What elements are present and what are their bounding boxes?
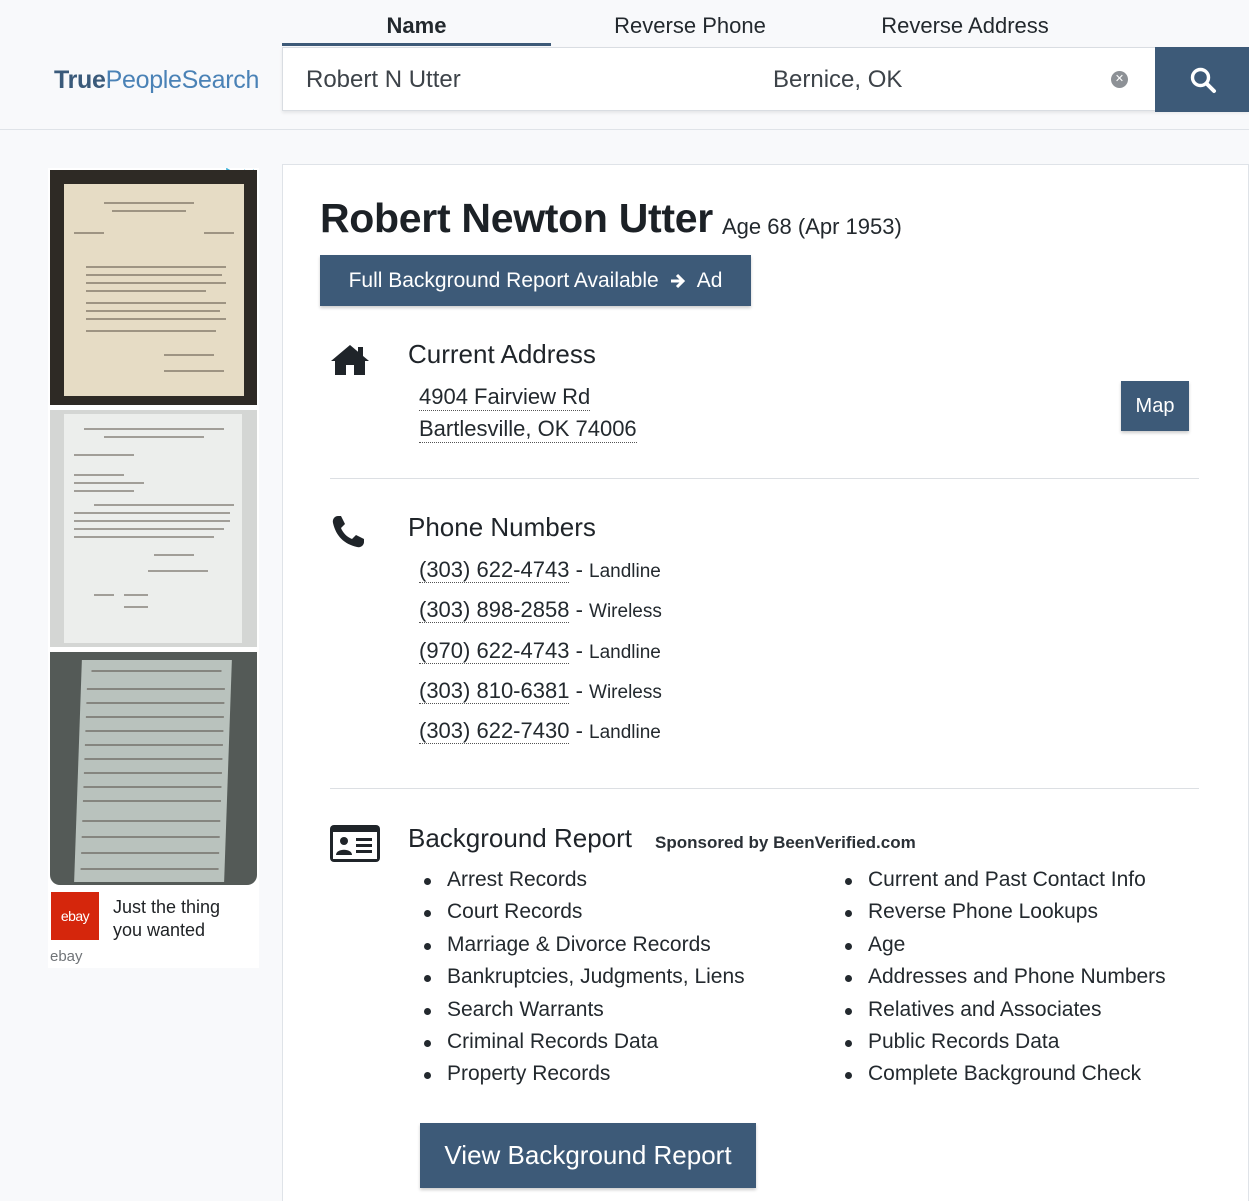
location-input[interactable]: Bernice, OK: [773, 48, 1093, 110]
phone-row: (303) 622-7430 - Landline: [419, 718, 661, 744]
phone-row: (303) 898-2858 - Wireless: [419, 597, 662, 623]
id-card-icon: [330, 825, 380, 862]
home-icon: [331, 345, 369, 375]
view-background-report-button[interactable]: View Background Report: [420, 1123, 756, 1188]
ad-headline[interactable]: Just the thing you wanted: [113, 896, 253, 942]
phone-number-link[interactable]: (303) 622-7430: [419, 718, 570, 744]
document-picture: [64, 184, 244, 396]
list-item: Marriage & Divorce Records: [420, 930, 820, 962]
current-address-title: Current Address: [408, 339, 596, 369]
list-item: Criminal Records Data: [420, 1027, 820, 1059]
person-card: Robert Newton Utter Age 68 (Apr 1953) Fu…: [282, 164, 1249, 1201]
list-item: Search Warrants: [420, 995, 820, 1027]
tab-name[interactable]: Name: [282, 0, 551, 46]
arrow-right-icon: [670, 273, 685, 288]
sidebar-ad[interactable]: ebay Just the thing you wanted ebay: [48, 168, 259, 968]
phone-type: Wireless: [589, 601, 662, 622]
tab-reverse-address[interactable]: Reverse Address: [829, 0, 1101, 46]
site-logo[interactable]: TruePeopleSearch: [54, 66, 259, 95]
ebay-logo: ebay: [51, 892, 99, 940]
full-report-label: Full Background Report Available: [348, 268, 659, 292]
site-header: TruePeopleSearch Name Reverse Phone Reve…: [0, 0, 1249, 130]
phone-number-link[interactable]: (303) 622-4743: [419, 557, 570, 583]
ad-footer[interactable]: ebay Just the thing you wanted: [50, 892, 257, 942]
list-item: Current and Past Contact Info: [841, 865, 1241, 897]
phone-row: (303) 622-4743 - Landline: [419, 557, 661, 583]
phone-type: Wireless: [589, 682, 662, 703]
phone-numbers-title: Phone Numbers: [408, 512, 596, 542]
phone-row: (970) 622-4743 - Landline: [419, 638, 661, 664]
person-name: Robert Newton Utter: [320, 195, 713, 241]
list-item: Age: [841, 930, 1241, 962]
list-item: Addresses and Phone Numbers: [841, 962, 1241, 994]
address-line-1[interactable]: 4904 Fairview Rd: [419, 384, 591, 411]
name-input[interactable]: Robert N Utter: [306, 48, 726, 110]
phone-icon: [332, 516, 364, 548]
document-picture: [64, 414, 242, 643]
logo-text-peoplesearch: PeopleSearch: [105, 66, 260, 94]
phone-number-link[interactable]: (970) 622-4743: [419, 638, 570, 664]
list-item: Bankruptcies, Judgments, Liens: [420, 962, 820, 994]
list-item: Property Records: [420, 1059, 820, 1091]
list-item: Complete Background Check: [841, 1059, 1241, 1091]
sponsor-label: Sponsored by BeenVerified.com: [655, 833, 916, 852]
search-icon: [1190, 67, 1216, 93]
list-item: Reverse Phone Lookups: [841, 897, 1241, 929]
logo-text-true: True: [54, 66, 106, 94]
report-items-left: Arrest Records Court Records Marriage & …: [420, 865, 820, 1092]
person-age: Age 68 (Apr 1953): [722, 214, 902, 239]
ad-brand: ebay: [50, 948, 83, 965]
section-divider: [330, 478, 1199, 479]
background-report-title: Background Report: [408, 823, 633, 853]
tab-reverse-phone[interactable]: Reverse Phone: [551, 0, 829, 46]
map-button[interactable]: Map: [1121, 381, 1189, 431]
search-bar: Robert N Utter Bernice, OK ✕: [282, 47, 1249, 112]
phone-row: (303) 810-6381 - Wireless: [419, 678, 662, 704]
phone-type: Landline: [589, 722, 661, 743]
ad-label: Ad: [696, 268, 723, 292]
clear-icon[interactable]: ✕: [1111, 71, 1128, 88]
list-item: Court Records: [420, 897, 820, 929]
search-button[interactable]: [1155, 47, 1249, 112]
list-item: Public Records Data: [841, 1027, 1241, 1059]
list-item: Arrest Records: [420, 865, 820, 897]
phone-type: Landline: [589, 642, 661, 663]
ad-product-image[interactable]: [50, 410, 257, 647]
phone-type: Landline: [589, 561, 661, 582]
section-divider: [330, 788, 1199, 789]
ad-product-image[interactable]: [50, 652, 257, 885]
phone-number-link[interactable]: (303) 810-6381: [419, 678, 570, 704]
phone-number-link[interactable]: (303) 898-2858: [419, 597, 570, 623]
address-line-2[interactable]: Bartlesville, OK 74006: [419, 416, 637, 443]
full-report-button[interactable]: Full Background Report Available Ad: [320, 255, 751, 306]
report-items-right: Current and Past Contact Info Reverse Ph…: [841, 865, 1241, 1092]
ad-product-image[interactable]: [50, 170, 257, 405]
list-item: Relatives and Associates: [841, 995, 1241, 1027]
document-picture: [74, 660, 232, 882]
search-tabs: Name Reverse Phone Reverse Address: [282, 0, 1249, 46]
